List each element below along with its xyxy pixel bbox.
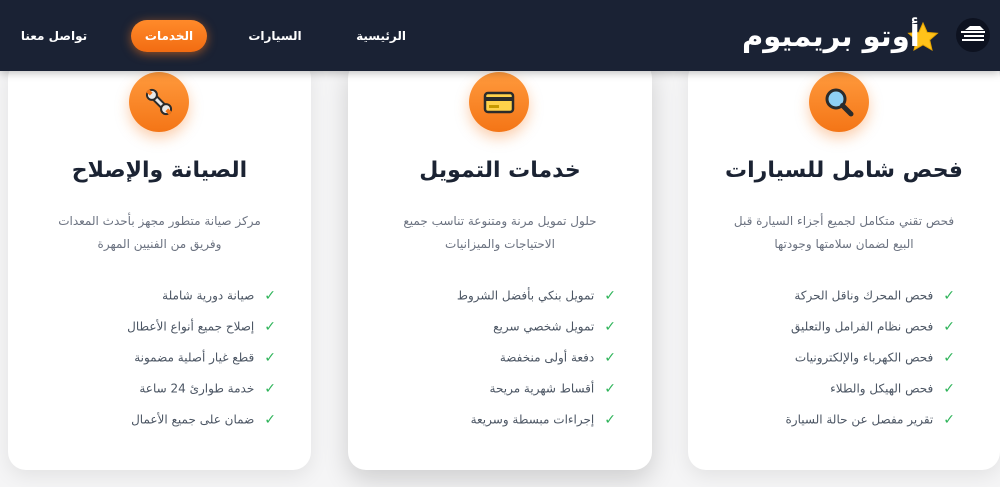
feature-item: ✓إجراءات مبسطة وسريعة: [470, 411, 616, 428]
check-icon: ✓: [264, 349, 276, 366]
feature-item: ✓أقساط شهرية مريحة: [489, 380, 616, 397]
check-icon: ✓: [264, 380, 276, 397]
card-title: فحص شامل للسيارات: [725, 158, 963, 183]
service-card-financing: خدمات التمويل حلول تمويل مرنة ومتنوعة تن…: [348, 60, 652, 470]
nav-link-home[interactable]: الرئيسية: [350, 20, 412, 52]
feature-item: ✓تقرير مفصل عن حالة السيارة: [785, 411, 956, 428]
top-navbar: أوتو بريميوم الرئيسية السيارات الخدمات ت…: [0, 0, 1000, 71]
service-card-inspection: فحص شامل للسيارات فحص تقني متكامل لجميع …: [688, 60, 1000, 470]
feature-item: ✓دفعة أولى منخفضة: [499, 349, 616, 366]
feature-item: ✓خدمة طوارئ 24 ساعة: [139, 380, 276, 397]
card-title: خدمات التمويل: [419, 158, 581, 183]
nav-link-cars[interactable]: السيارات: [245, 20, 305, 52]
check-icon: ✓: [604, 349, 616, 366]
credit-card-icon: [469, 72, 529, 132]
card-description: مركز صيانة متطور مجهز بأحدث المعدات وفري…: [58, 214, 261, 251]
card-description: حلول تمويل مرنة ومتنوعة تناسب جميع الاحت…: [403, 214, 597, 251]
check-icon: ✓: [604, 287, 616, 304]
check-icon: ✓: [943, 287, 955, 304]
check-icon: ✓: [604, 411, 616, 428]
check-icon: ✓: [604, 380, 616, 397]
check-icon: ✓: [943, 349, 955, 366]
brand-logo[interactable]: [956, 18, 990, 52]
check-icon: ✓: [264, 411, 276, 428]
check-icon: ✓: [943, 380, 955, 397]
check-icon: ✓: [604, 318, 616, 335]
feature-item: ✓تمويل شخصي سريع: [493, 318, 616, 335]
check-icon: ✓: [264, 318, 276, 335]
magnifier-icon: [809, 72, 869, 132]
nav-link-contact[interactable]: تواصل معنا: [14, 20, 94, 52]
check-icon: ✓: [943, 318, 955, 335]
feature-item: ✓صيانة دورية شاملة: [162, 287, 276, 304]
feature-item: ✓إصلاح جميع أنواع الأعطال: [127, 318, 276, 335]
check-icon: ✓: [943, 411, 955, 428]
feature-item: ✓فحص المحرك وناقل الحركة: [794, 287, 955, 304]
card-description: فحص تقني متكامل لجميع أجزاء السيارة قبل …: [733, 214, 955, 251]
brand-name[interactable]: أوتو بريميوم: [742, 14, 920, 58]
feature-item: ✓فحص الهيكل والطلاء: [830, 380, 955, 397]
check-icon: ✓: [264, 287, 276, 304]
feature-item: ✓قطع غيار أصلية مضمونة: [134, 349, 276, 366]
card-title: الصيانة والإصلاح: [71, 158, 248, 183]
feature-item: ✓ضمان على جميع الأعمال: [131, 411, 276, 428]
feature-item: ✓تمويل بنكي بأفضل الشروط: [456, 287, 616, 304]
nav-link-services[interactable]: الخدمات: [131, 20, 207, 52]
wrench-icon: [129, 72, 189, 132]
feature-item: ✓فحص نظام الفرامل والتعليق: [791, 318, 955, 335]
service-card-maintenance: الصيانة والإصلاح مركز صيانة متطور مجهز ب…: [8, 60, 311, 470]
feature-item: ✓فحص الكهرباء والإلكترونيات: [794, 349, 955, 366]
